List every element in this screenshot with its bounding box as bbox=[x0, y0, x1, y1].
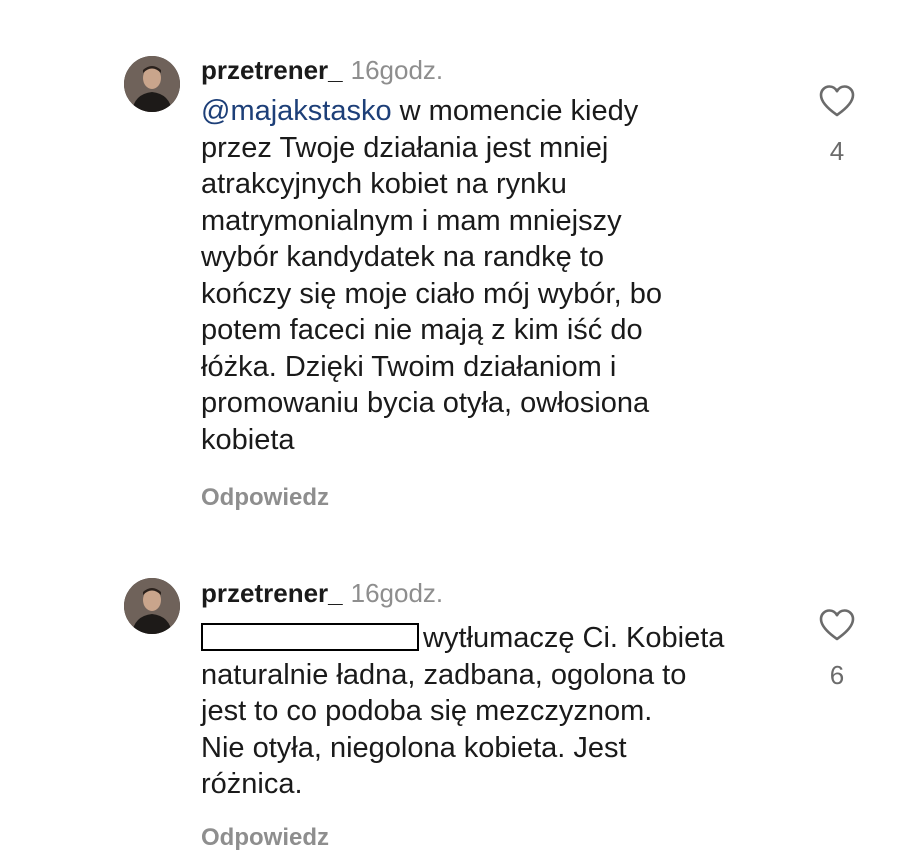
comment-line: Nie otyła, niegolona kobieta. Jest bbox=[201, 731, 627, 764]
timestamp: 16godz. bbox=[350, 578, 444, 608]
like-count: 6 bbox=[829, 660, 845, 690]
comment-text: wytłumaczę Ci. Kobieta naturalnie ładna,… bbox=[201, 620, 791, 803]
comment-line: atrakcyjnych kobiet na rynku bbox=[201, 168, 567, 200]
reply-button[interactable]: Odpowiedz bbox=[201, 484, 329, 512]
comment-line: kończy się moje ciało mój wybór, bo bbox=[201, 277, 662, 310]
comment-line: matrymonialnym i mam mniejszy bbox=[201, 204, 622, 237]
comment-header: przetrener_ 16godz. bbox=[201, 578, 443, 608]
comment-line: jest to co podoba się mezczyznom. bbox=[201, 695, 653, 727]
like-count: 4 bbox=[829, 136, 845, 166]
avatar-image bbox=[124, 578, 180, 634]
redacted-mention bbox=[201, 623, 419, 651]
comment-line-text: w momencie kiedy bbox=[391, 95, 639, 127]
comment-line: przez Twoje działania jest mniej bbox=[201, 131, 609, 164]
avatar[interactable] bbox=[124, 56, 180, 112]
comment-line: kobieta bbox=[201, 423, 295, 456]
comment-line: naturalnie ładna, zadbana, ogolona to bbox=[201, 658, 687, 691]
like-control: 6 bbox=[812, 608, 862, 691]
heart-outline-icon[interactable] bbox=[818, 84, 856, 118]
avatar-image bbox=[124, 56, 180, 112]
comment-header: przetrener_ 16godz. bbox=[201, 55, 443, 85]
heart-outline-icon[interactable] bbox=[818, 608, 856, 642]
timestamp: 16godz. bbox=[350, 55, 444, 85]
avatar[interactable] bbox=[124, 578, 180, 634]
comment-line: wytłumaczę Ci. Kobieta bbox=[201, 620, 791, 657]
comment-text: @majakstasko w momencie kiedy przez Twoj… bbox=[201, 93, 791, 458]
comment-line: łóżka. Dzięki Twoim działaniom i bbox=[201, 350, 617, 383]
like-control: 4 bbox=[812, 84, 862, 167]
comment-item: przetrener_ 16godz. @majakstasko w momenc… bbox=[0, 0, 900, 530]
comment-line: @majakstasko w momencie kiedy bbox=[201, 93, 791, 130]
username[interactable]: przetrener_ bbox=[201, 55, 343, 85]
reply-button[interactable]: Odpowiedz bbox=[201, 824, 329, 852]
comment-line-text: wytłumaczę Ci. Kobieta bbox=[423, 622, 725, 654]
comment-line: promowaniu bycia otyła, owłosiona bbox=[201, 387, 650, 419]
comment-line: wybór kandydatek na randkę to bbox=[201, 241, 605, 273]
mention-link[interactable]: @majakstasko bbox=[201, 95, 392, 127]
comment-line: potem faceci nie mają z kim iść do bbox=[201, 314, 643, 346]
comment-line: różnica. bbox=[201, 768, 303, 800]
username[interactable]: przetrener_ bbox=[201, 578, 343, 608]
